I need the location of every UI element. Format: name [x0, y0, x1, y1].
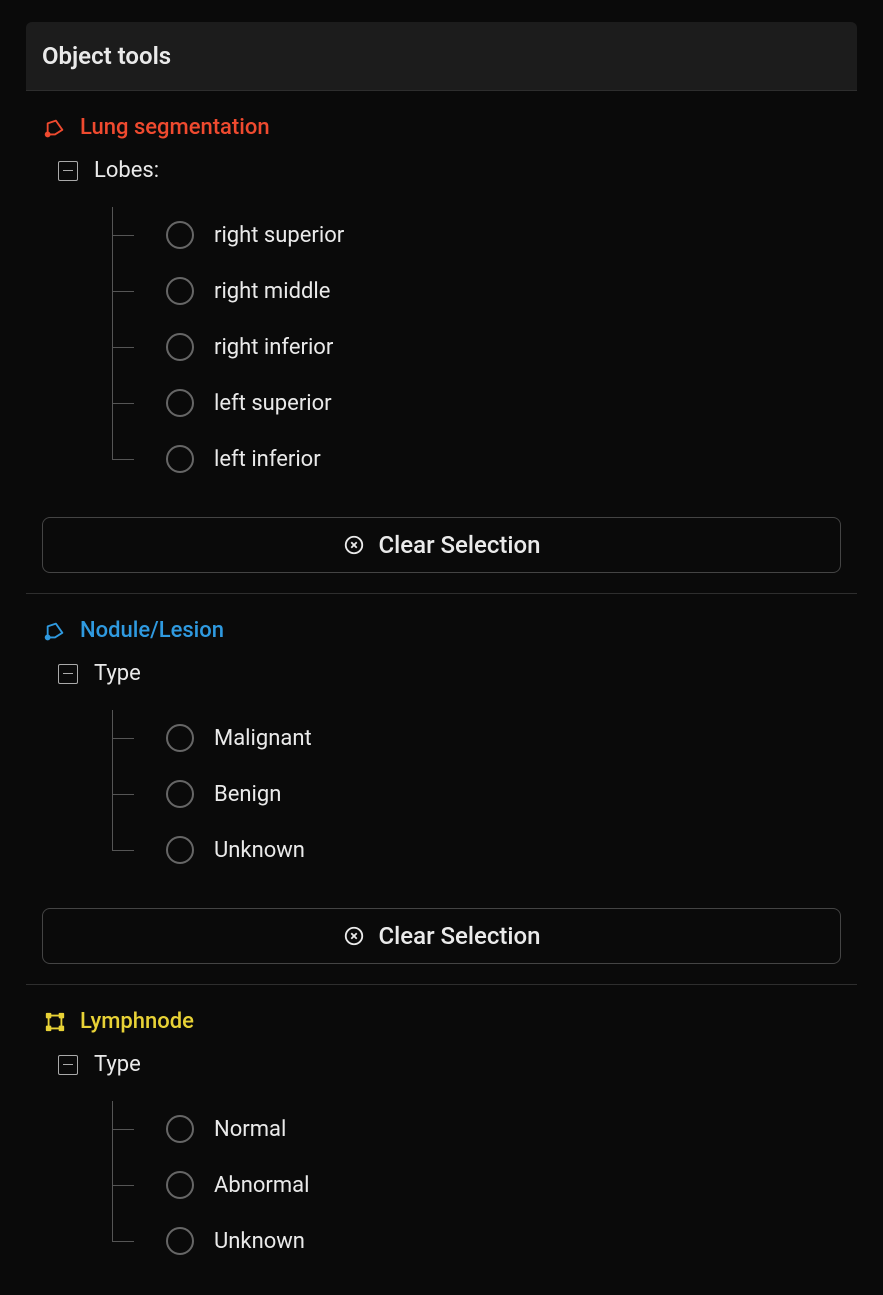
object-tools-panel: Object tools Lung segmentation Lobes: ri… [0, 0, 883, 1295]
group-label: Lobes: [94, 158, 159, 183]
section-header[interactable]: Nodule/Lesion [26, 618, 857, 643]
option-list: Normal Abnormal Unknown [112, 1087, 857, 1269]
radio-icon[interactable] [166, 277, 194, 305]
radio-icon[interactable] [166, 1115, 194, 1143]
clear-selection-label: Clear Selection [379, 922, 541, 950]
option-item[interactable]: Abnormal [112, 1157, 857, 1213]
group-header[interactable]: Type [26, 1052, 857, 1077]
option-label: left inferior [214, 447, 321, 472]
group-header[interactable]: Type [26, 661, 857, 686]
option-label: right inferior [214, 335, 333, 360]
clear-selection-button[interactable]: Clear Selection [42, 517, 841, 573]
option-label: Unknown [214, 1229, 305, 1254]
option-item[interactable]: Malignant [112, 710, 857, 766]
collapse-icon[interactable] [58, 161, 78, 181]
option-list: right superior right middle right inferi… [112, 193, 857, 487]
radio-icon[interactable] [166, 389, 194, 417]
collapse-icon[interactable] [58, 1055, 78, 1075]
radio-icon[interactable] [166, 724, 194, 752]
close-circle-icon [343, 534, 365, 556]
polygon-icon [44, 117, 66, 139]
option-item[interactable]: left superior [112, 375, 857, 431]
radio-icon[interactable] [166, 333, 194, 361]
section-nodule-lesion: Nodule/Lesion Type Malignant Benign Unkn… [26, 594, 857, 985]
group-label: Type [94, 1052, 141, 1077]
section-lung-segmentation: Lung segmentation Lobes: right superior … [26, 91, 857, 594]
close-circle-icon [343, 925, 365, 947]
section-header[interactable]: Lung segmentation [26, 115, 857, 140]
bbox-icon [44, 1011, 66, 1033]
collapse-icon[interactable] [58, 664, 78, 684]
clear-selection-button[interactable]: Clear Selection [42, 908, 841, 964]
option-label: Abnormal [214, 1173, 309, 1198]
option-item[interactable]: right middle [112, 263, 857, 319]
polygon-icon [44, 620, 66, 642]
option-label: right middle [214, 279, 330, 304]
group-header[interactable]: Lobes: [26, 158, 857, 183]
option-item[interactable]: Benign [112, 766, 857, 822]
option-label: left superior [214, 391, 332, 416]
option-item[interactable]: Unknown [112, 822, 857, 878]
option-item[interactable]: right inferior [112, 319, 857, 375]
option-item[interactable]: Unknown [112, 1213, 857, 1269]
section-header[interactable]: Lymphnode [26, 1009, 857, 1034]
section-lymphnode: Lymphnode Type Normal Abnormal Unknown [26, 985, 857, 1269]
radio-icon[interactable] [166, 221, 194, 249]
section-title: Lung segmentation [80, 115, 270, 140]
radio-icon[interactable] [166, 1227, 194, 1255]
section-title: Nodule/Lesion [80, 618, 224, 643]
option-list: Malignant Benign Unknown [112, 696, 857, 878]
panel-title: Object tools [26, 22, 857, 91]
clear-selection-label: Clear Selection [379, 531, 541, 559]
option-label: Normal [214, 1117, 286, 1142]
option-label: Benign [214, 782, 281, 807]
option-item[interactable]: left inferior [112, 431, 857, 487]
option-label: Unknown [214, 838, 305, 863]
radio-icon[interactable] [166, 445, 194, 473]
radio-icon[interactable] [166, 1171, 194, 1199]
option-item[interactable]: right superior [112, 207, 857, 263]
section-title: Lymphnode [80, 1009, 194, 1034]
option-label: right superior [214, 223, 344, 248]
option-label: Malignant [214, 726, 312, 751]
radio-icon[interactable] [166, 780, 194, 808]
group-label: Type [94, 661, 141, 686]
radio-icon[interactable] [166, 836, 194, 864]
option-item[interactable]: Normal [112, 1101, 857, 1157]
